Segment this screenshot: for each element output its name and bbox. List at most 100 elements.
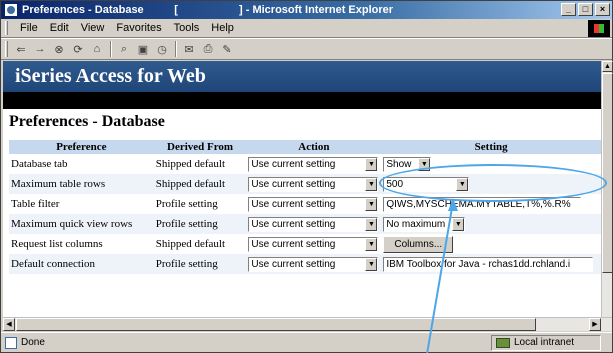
derived-from: Shipped default xyxy=(155,238,226,250)
windows-logo-icon xyxy=(588,20,610,37)
status-bar: Done Local intranet xyxy=(1,332,612,352)
setting-cell: QIWS,MYSCHEMA.MYTABLE,T%,%.R% xyxy=(381,194,601,214)
header-preference: Preference xyxy=(9,140,154,154)
menu-favorites[interactable]: Favorites xyxy=(110,22,167,34)
setting-cell: Show ▼ xyxy=(381,154,601,174)
menu-file[interactable]: File xyxy=(14,22,44,34)
action-cell: Use current setting ▼ xyxy=(246,174,382,194)
chevron-down-icon[interactable]: ▼ xyxy=(456,177,469,191)
security-zone: Local intranet xyxy=(491,334,601,351)
chevron-down-icon[interactable]: ▼ xyxy=(365,157,378,171)
horizontal-scrollbar[interactable]: ◀ ▶ xyxy=(3,317,612,331)
chevron-down-icon[interactable]: ▼ xyxy=(365,217,378,231)
close-button[interactable]: × xyxy=(595,3,610,16)
window-title: Preferences - Database [ ] - Microsoft I… xyxy=(22,4,394,16)
title-bar[interactable]: Preferences - Database [ ] - Microsoft I… xyxy=(1,1,612,19)
derived-from: Profile setting xyxy=(153,214,247,234)
menu-grip[interactable] xyxy=(5,21,8,35)
menu-view[interactable]: View xyxy=(75,22,111,34)
header-derived-from: Derived From xyxy=(153,140,247,154)
preference-name: Database tab xyxy=(11,158,68,170)
print-icon[interactable]: ⎙ xyxy=(199,40,217,58)
chevron-down-icon[interactable]: ▼ xyxy=(418,157,431,171)
action-select[interactable]: Use current setting ▼ xyxy=(248,236,379,252)
setting-cell: No maximum ▼ xyxy=(381,214,601,234)
search-icon[interactable]: ⌕ xyxy=(115,40,133,58)
chevron-down-icon[interactable]: ▼ xyxy=(365,197,378,211)
toolbar-separator xyxy=(110,41,112,57)
table-filter-input[interactable]: QIWS,MYSCHEMA.MYTABLE,T%,%.R% xyxy=(383,196,582,212)
header-setting: Setting xyxy=(381,140,601,154)
setting-select[interactable]: No maximum ▼ xyxy=(383,216,466,232)
action-select[interactable]: Use current setting ▼ xyxy=(248,256,379,272)
ie-icon xyxy=(4,3,18,17)
action-cell: Use current setting ▼ xyxy=(246,194,381,214)
stop-icon[interactable]: ⊗ xyxy=(50,40,68,58)
preference-name: Maximum quick view rows xyxy=(9,214,154,234)
chevron-down-icon[interactable]: ▼ xyxy=(452,217,465,231)
scroll-up-icon[interactable]: ▲ xyxy=(602,61,613,72)
maximize-button[interactable]: □ xyxy=(578,3,593,16)
toolbar-grip[interactable] xyxy=(5,41,8,57)
chevron-down-icon[interactable]: ▼ xyxy=(365,177,378,191)
setting-cell: Columns... xyxy=(381,234,601,254)
menu-tools[interactable]: Tools xyxy=(168,22,206,34)
status-text: Done xyxy=(21,337,45,348)
table-header-row: Preference Derived From Action Setting xyxy=(9,140,601,154)
setting-select[interactable]: 500 ▼ xyxy=(383,176,470,192)
intranet-icon xyxy=(496,337,510,348)
menu-help[interactable]: Help xyxy=(205,22,240,34)
refresh-icon[interactable]: ⟳ xyxy=(69,40,87,58)
edit-icon[interactable]: ✎ xyxy=(218,40,236,58)
columns-button[interactable]: Columns... xyxy=(383,235,454,253)
chevron-down-icon[interactable]: ▼ xyxy=(365,237,378,251)
nav-bar xyxy=(3,92,601,109)
chevron-down-icon[interactable]: ▼ xyxy=(365,257,378,271)
table-row: Maximum table rows Shipped default Use c… xyxy=(9,174,601,194)
toolbar: ⇐ → ⊗ ⟳ ⌂ ⌕ ▣ ◷ ✉ ⎙ ✎ xyxy=(1,38,612,60)
derived-from: Profile setting xyxy=(153,254,247,274)
action-select[interactable]: Use current setting ▼ xyxy=(248,196,379,212)
toolbar-separator xyxy=(175,41,177,57)
action-cell: Use current setting ▼ xyxy=(246,254,382,274)
scroll-right-icon[interactable]: ▶ xyxy=(589,318,601,331)
action-select[interactable]: Use current setting ▼ xyxy=(248,176,379,192)
minimize-button[interactable]: _ xyxy=(561,3,576,16)
setting-cell: 500 ▼ xyxy=(381,174,601,194)
zone-text: Local intranet xyxy=(514,337,575,348)
action-select[interactable]: Use current setting ▼ xyxy=(248,156,379,172)
browser-window: Preferences - Database [ ] - Microsoft I… xyxy=(0,0,613,353)
derived-from: Shipped default xyxy=(153,174,247,194)
table-row: Table filter Profile setting Use current… xyxy=(9,194,601,214)
table-row: Maximum quick view rows Profile setting … xyxy=(9,214,601,234)
action-select[interactable]: Use current setting ▼ xyxy=(248,216,379,232)
action-cell: Use current setting ▼ xyxy=(246,214,382,234)
preferences-table: Preference Derived From Action Setting D… xyxy=(9,140,601,274)
derived-from: Profile setting xyxy=(155,198,218,210)
back-icon[interactable]: ⇐ xyxy=(12,40,30,58)
scroll-thumb[interactable] xyxy=(602,73,613,273)
home-icon[interactable]: ⌂ xyxy=(88,40,106,58)
setting-cell: IBM Toolbox for Java - rchas1dd.rchland.… xyxy=(381,254,601,274)
page-title: Preferences - Database xyxy=(9,113,165,130)
page-icon xyxy=(5,336,17,349)
setting-select[interactable]: Show ▼ xyxy=(383,156,432,172)
connection-select[interactable]: IBM Toolbox for Java - rchas1dd.rchland.… xyxy=(383,256,594,272)
app-banner: iSeries Access for Web xyxy=(3,61,601,92)
preference-name: Request list columns xyxy=(11,238,103,250)
forward-icon[interactable]: → xyxy=(31,40,49,58)
mail-icon[interactable]: ✉ xyxy=(180,40,198,58)
menu-edit[interactable]: Edit xyxy=(44,22,75,34)
page-content: iSeries Access for Web Preferences - Dat… xyxy=(3,61,601,317)
scroll-thumb[interactable] xyxy=(16,318,536,331)
window-controls: _ □ × xyxy=(561,3,610,16)
favorites-icon[interactable]: ▣ xyxy=(134,40,152,58)
vertical-scrollbar[interactable]: ▲ xyxy=(601,61,613,317)
menu-bar: File Edit View Favorites Tools Help xyxy=(1,19,612,38)
action-cell: Use current setting ▼ xyxy=(246,234,381,254)
scroll-left-icon[interactable]: ◀ xyxy=(3,318,15,331)
table-row: Default connection Profile setting Use c… xyxy=(9,254,601,274)
derived-from: Shipped default xyxy=(155,158,226,170)
history-icon[interactable]: ◷ xyxy=(153,40,171,58)
action-cell: Use current setting ▼ xyxy=(246,154,381,174)
